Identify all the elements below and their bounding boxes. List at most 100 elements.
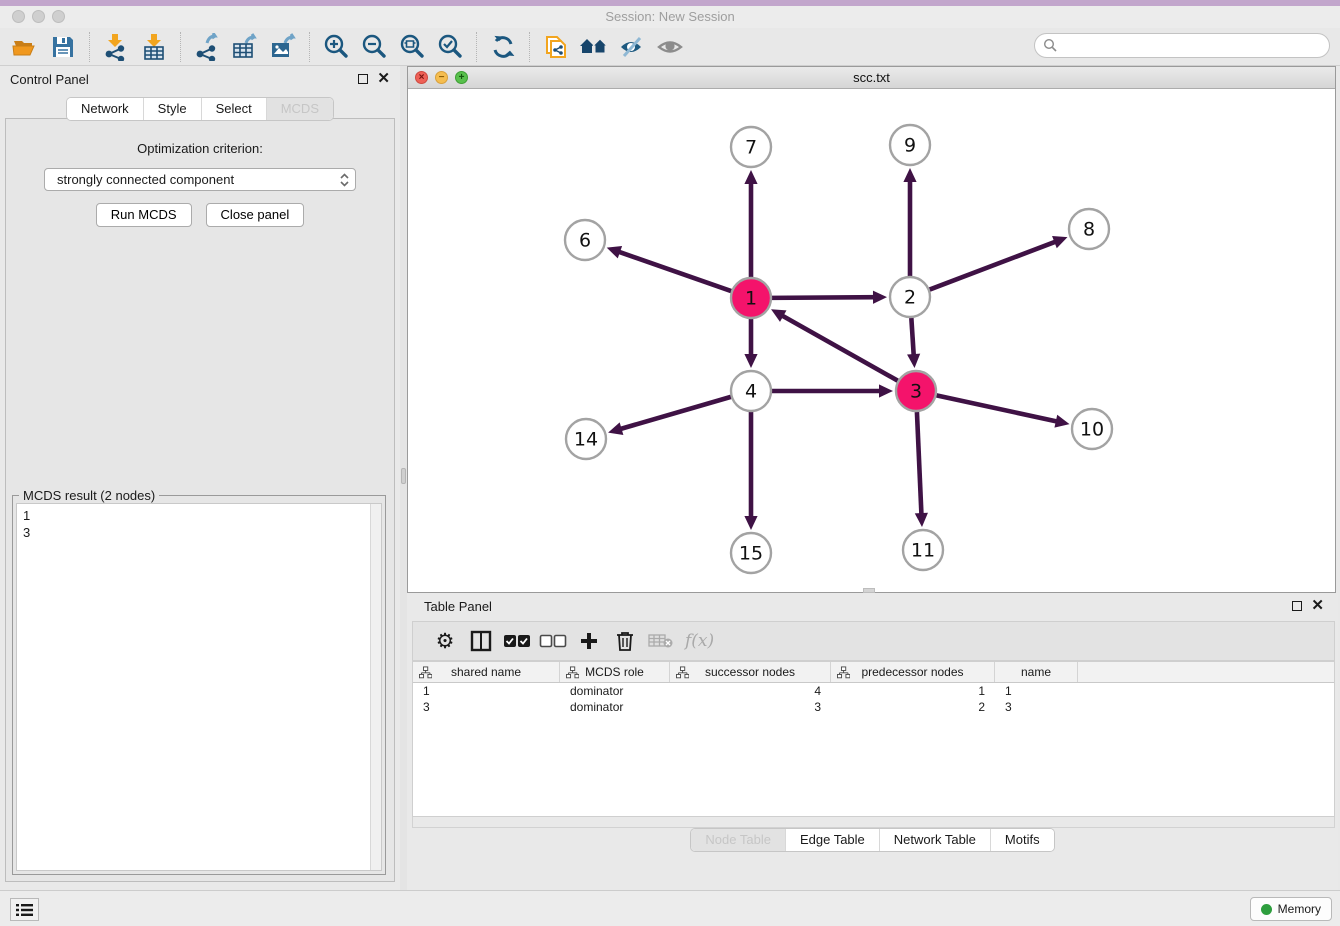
tab-select[interactable]: Select bbox=[201, 98, 266, 120]
table-tab-edge-table[interactable]: Edge Table bbox=[785, 829, 879, 851]
memory-button[interactable]: Memory bbox=[1250, 897, 1332, 921]
graph-edge-1-2[interactable] bbox=[772, 297, 876, 298]
run-mcds-button[interactable]: Run MCDS bbox=[96, 203, 192, 227]
float-panel-icon[interactable] bbox=[358, 74, 368, 84]
graph-node-label: 8 bbox=[1083, 219, 1095, 241]
table-float-panel-icon[interactable] bbox=[1292, 601, 1302, 611]
table-tab-motifs[interactable]: Motifs bbox=[990, 829, 1054, 851]
show-all-icon[interactable] bbox=[653, 32, 687, 62]
column-header-label: successor nodes bbox=[705, 665, 795, 679]
node-table: shared name MCDS role successor nodes prede… bbox=[412, 661, 1335, 817]
graph-edge-arrowhead bbox=[608, 422, 623, 435]
table-panel-title: Table Panel bbox=[424, 599, 1292, 614]
search-input[interactable] bbox=[1034, 33, 1330, 58]
graph-edge-3-11[interactable] bbox=[917, 412, 922, 516]
table-tabs: Node TableEdge TableNetwork TableMotifs bbox=[690, 828, 1054, 852]
table-cell[interactable]: 1 bbox=[413, 683, 560, 699]
close-panel-button[interactable]: Close panel bbox=[206, 203, 305, 227]
graph-edge-arrowhead bbox=[744, 170, 757, 184]
column-header-label: MCDS role bbox=[585, 665, 644, 679]
export-network-icon[interactable] bbox=[190, 32, 224, 62]
column-header-name[interactable]: name bbox=[995, 662, 1078, 682]
save-session-icon[interactable] bbox=[46, 32, 80, 62]
refresh-layout-icon[interactable] bbox=[486, 32, 520, 62]
table-cell[interactable]: 3 bbox=[995, 699, 1078, 715]
mcds-result-text: 1 3 bbox=[23, 507, 365, 870]
tab-network[interactable]: Network bbox=[67, 98, 143, 120]
graph-node-label: 14 bbox=[574, 429, 598, 451]
delete-table-icon[interactable] bbox=[643, 626, 679, 656]
column-header-successor-nodes[interactable]: successor nodes bbox=[670, 662, 831, 682]
table-scrollbar[interactable] bbox=[412, 817, 1335, 828]
network-canvas[interactable]: 1234678910111415 bbox=[408, 89, 1335, 592]
import-network-icon[interactable] bbox=[99, 32, 133, 62]
graph-edge-4-14[interactable] bbox=[619, 397, 731, 430]
graph-edge-3-10[interactable] bbox=[937, 395, 1059, 421]
table-cell[interactable]: dominator bbox=[560, 683, 670, 699]
criterion-select-value: strongly connected component bbox=[57, 172, 234, 187]
table-close-panel-icon[interactable]: ✕ bbox=[1311, 601, 1324, 611]
deselect-all-icon[interactable] bbox=[535, 626, 571, 656]
splitter-handle-icon[interactable] bbox=[401, 468, 406, 484]
export-image-icon[interactable] bbox=[266, 32, 300, 62]
toolbar-separator bbox=[89, 32, 90, 62]
import-table-icon[interactable] bbox=[137, 32, 171, 62]
select-all-icon[interactable] bbox=[499, 626, 535, 656]
search-icon bbox=[1043, 38, 1058, 56]
tab-style[interactable]: Style bbox=[143, 98, 201, 120]
mcds-result-title: MCDS result (2 nodes) bbox=[19, 488, 159, 503]
clone-network-icon[interactable] bbox=[539, 32, 573, 62]
graph-edge-1-6[interactable] bbox=[617, 251, 731, 291]
split-view-icon[interactable] bbox=[463, 626, 499, 656]
table-cell[interactable]: 1 bbox=[831, 683, 995, 699]
task-history-button[interactable] bbox=[10, 898, 39, 921]
column-header-predecessor-nodes[interactable]: predecessor nodes bbox=[831, 662, 995, 682]
panel-splitter[interactable] bbox=[400, 66, 407, 890]
table-cell[interactable]: 4 bbox=[670, 683, 831, 699]
table-cell[interactable]: 3 bbox=[670, 699, 831, 715]
column-header-shared-name[interactable]: shared name bbox=[413, 662, 560, 682]
open-session-icon[interactable] bbox=[8, 32, 42, 62]
column-header-mcds-role[interactable]: MCDS role bbox=[560, 662, 670, 682]
table-row[interactable]: 3dominator323 bbox=[413, 699, 1334, 715]
first-neighbors-icon[interactable] bbox=[577, 32, 611, 62]
zoom-selected-icon[interactable] bbox=[433, 32, 467, 62]
toolbar-separator bbox=[309, 32, 310, 62]
table-cell[interactable]: 2 bbox=[831, 699, 995, 715]
table-row[interactable]: 1dominator411 bbox=[413, 683, 1334, 699]
zoom-out-icon[interactable] bbox=[357, 32, 391, 62]
graph-edge-arrowhead bbox=[903, 168, 916, 182]
hide-selected-icon[interactable] bbox=[615, 32, 649, 62]
table-cell[interactable]: 1 bbox=[995, 683, 1078, 699]
function-builder-icon[interactable]: f(x) bbox=[685, 631, 714, 651]
table-panel: Table Panel ✕ ⚙ f(x) shared name MCDS rol… bbox=[407, 593, 1338, 890]
table-tab-network-table[interactable]: Network Table bbox=[879, 829, 990, 851]
close-panel-icon[interactable]: ✕ bbox=[377, 74, 390, 84]
toolbar-separator bbox=[180, 32, 181, 62]
delete-column-icon[interactable] bbox=[607, 626, 643, 656]
table-cell[interactable]: dominator bbox=[560, 699, 670, 715]
table-options-icon[interactable]: ⚙ bbox=[427, 626, 463, 656]
graph-edge-arrowhead bbox=[607, 246, 622, 258]
table-tab-node-table[interactable]: Node Table bbox=[691, 829, 785, 851]
node-table-body: 1dominator4113dominator323 bbox=[413, 683, 1334, 715]
table-cell[interactable]: 3 bbox=[413, 699, 560, 715]
add-column-icon[interactable] bbox=[571, 626, 607, 656]
window-titlebar: Session: New Session bbox=[0, 6, 1340, 28]
graph-node-label: 1 bbox=[745, 288, 757, 310]
export-table-icon[interactable] bbox=[228, 32, 262, 62]
graph-edge-arrowhead bbox=[879, 384, 893, 397]
zoom-fit-icon[interactable] bbox=[395, 32, 429, 62]
mcds-result-area[interactable]: 1 3 bbox=[16, 503, 382, 871]
graph-edge-3-1[interactable] bbox=[781, 315, 898, 381]
tab-mcds[interactable]: MCDS bbox=[266, 98, 333, 120]
network-window-titlebar[interactable]: × − + scc.txt bbox=[408, 67, 1335, 89]
column-header-label: shared name bbox=[451, 665, 521, 679]
toolbar-separator bbox=[529, 32, 530, 62]
zoom-in-icon[interactable] bbox=[319, 32, 353, 62]
graph-edge-2-8[interactable] bbox=[930, 241, 1058, 289]
graph-edge-2-3[interactable] bbox=[911, 318, 913, 357]
control-panel-title: Control Panel bbox=[10, 72, 358, 87]
result-scrollbar[interactable] bbox=[370, 504, 381, 870]
criterion-select[interactable]: strongly connected component bbox=[44, 168, 356, 191]
